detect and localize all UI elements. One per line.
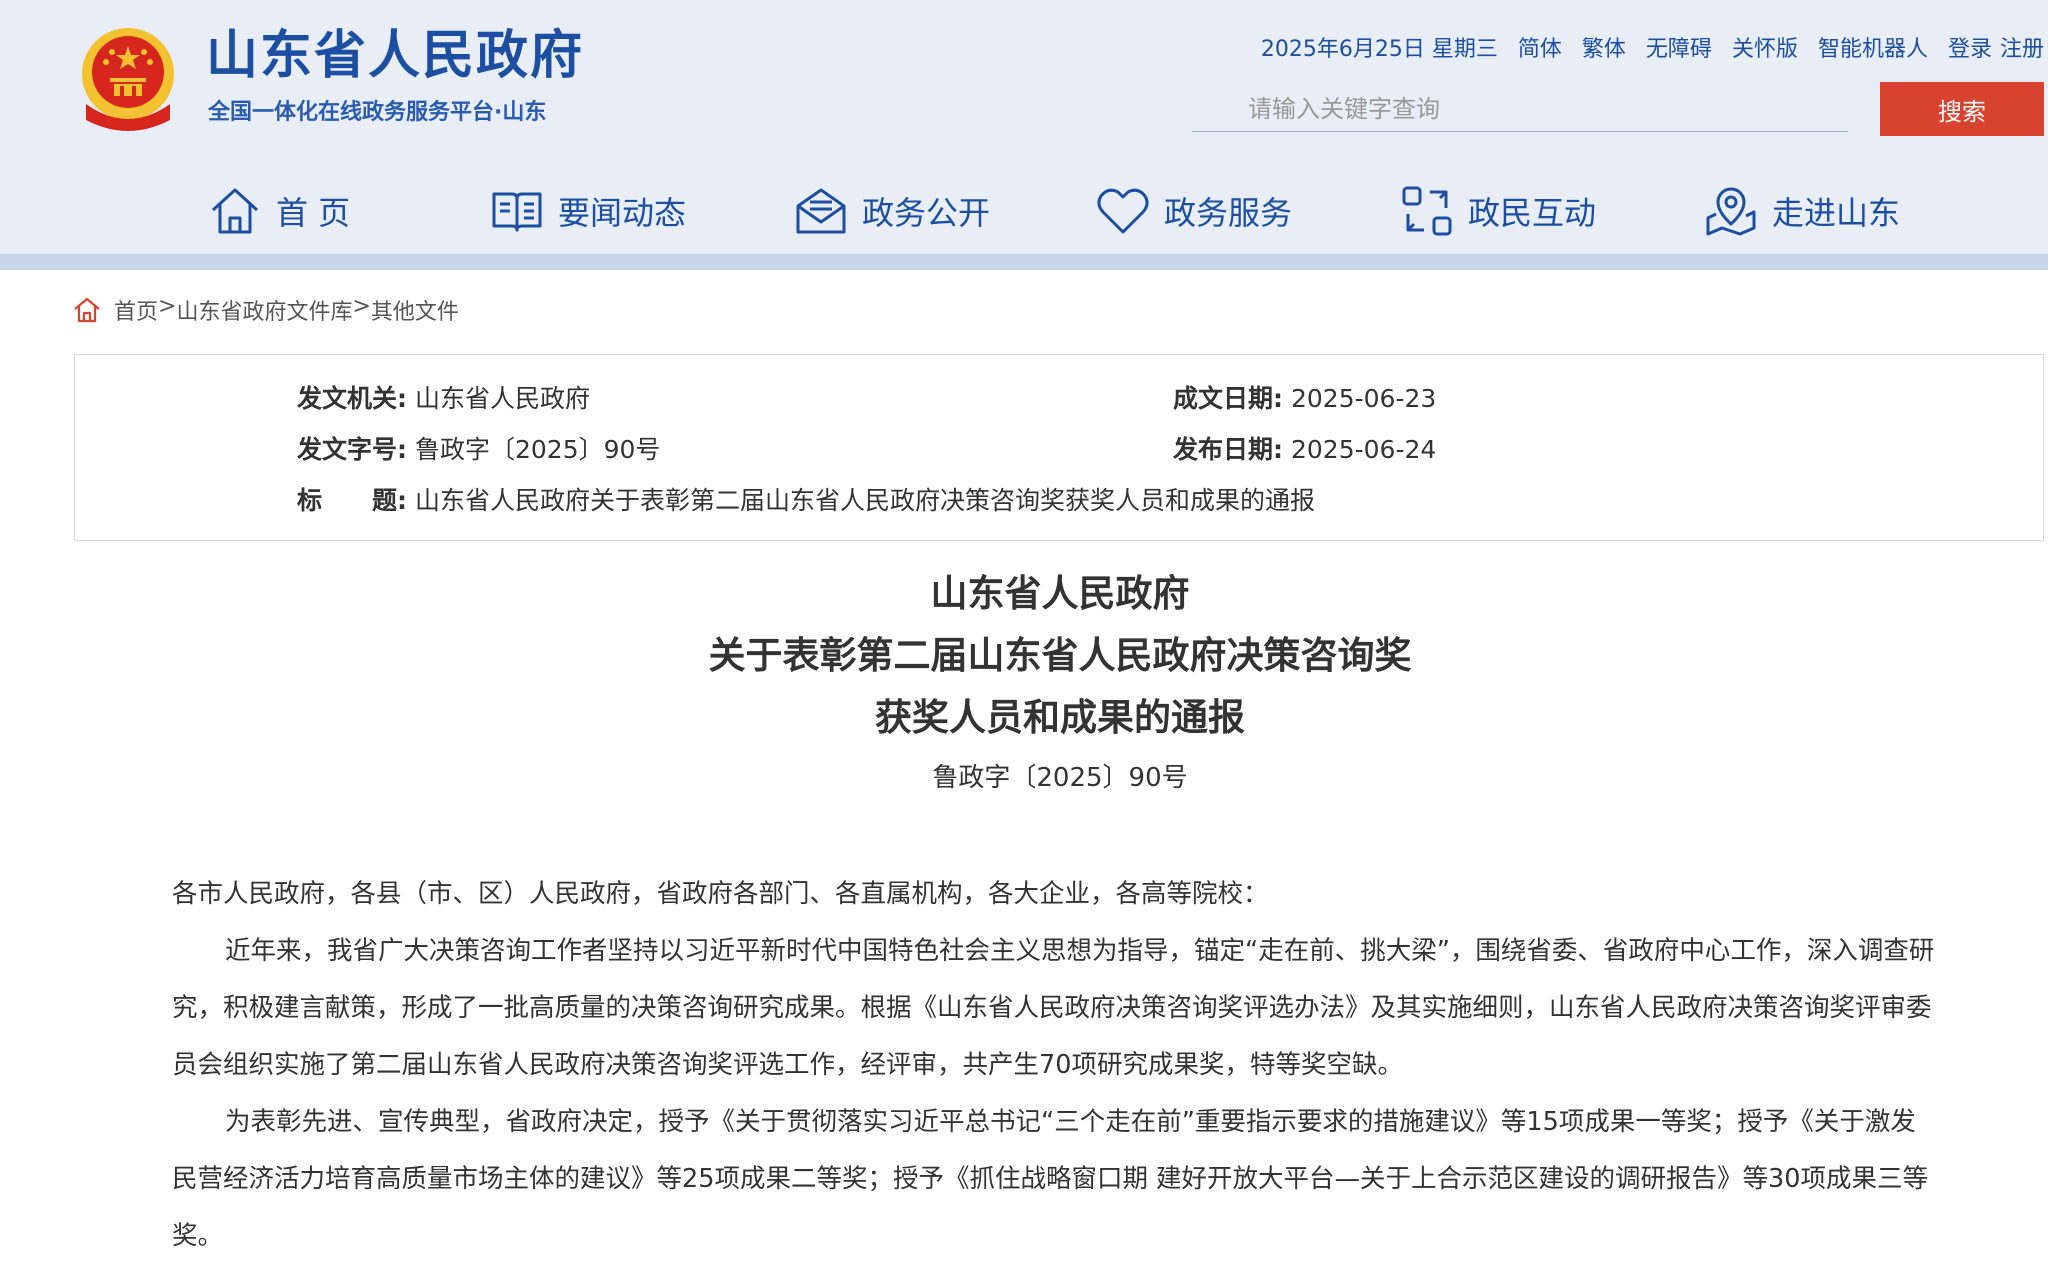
published-date-label: 发布日期:: [1173, 435, 1283, 464]
account-links: 登录 注册: [1948, 34, 2044, 66]
robot-link[interactable]: 智能机器人: [1818, 34, 1928, 66]
document-body: 各市人民政府，各县（市、区）人民政府，省政府各部门、各直属机构，各大企业，各高等…: [172, 866, 1936, 1265]
breadcrumb-separator: >: [352, 294, 371, 319]
search-input[interactable]: [1192, 86, 1848, 132]
created-date-label: 成文日期:: [1173, 384, 1283, 413]
nav-label: 要闻动态: [558, 194, 687, 232]
breadcrumb-other-files[interactable]: 其他文件: [371, 294, 459, 326]
heart-icon: [1097, 188, 1149, 234]
nav-news[interactable]: 要闻动态: [490, 176, 686, 246]
body-paragraph: 近年来，我省广大决策咨询工作者坚持以习近平新时代中国特色社会主义思想为指导，锚定…: [172, 936, 1935, 1080]
published-date-row: 发布日期: 2025-06-24: [1173, 432, 1436, 468]
location-icon: [1706, 187, 1756, 236]
title-value: 山东省人民政府关于表彰第二届山东省人民政府决策咨询奖获奖人员和成果的通报: [415, 486, 1316, 515]
register-link[interactable]: 注册: [2000, 34, 2044, 66]
accessibility-link[interactable]: 无障碍: [1646, 34, 1712, 66]
site-header: 山东省人民政府 全国一体化在线政务服务平台·山东 2025年6月25日 星期三 …: [0, 0, 2048, 270]
breadcrumb-separator: >: [158, 294, 177, 319]
login-link[interactable]: 登录: [1948, 34, 1992, 66]
search-button[interactable]: 搜索: [1880, 82, 2044, 136]
nav-label: 政民互动: [1468, 194, 1597, 232]
national-emblem-icon[interactable]: [76, 24, 180, 132]
breadcrumb: 首页 > 山东省政府文件库 > 其他文件: [72, 294, 459, 326]
salutation-paragraph: 各市人民政府，各县（市、区）人民政府，省政府各部门、各直属机构，各大企业，各高等…: [172, 879, 1269, 909]
created-date-row: 成文日期: 2025-06-23: [1173, 381, 1436, 417]
issuer-value: 山东省人民政府: [415, 384, 591, 413]
care-mode-link[interactable]: 关怀版: [1732, 34, 1798, 66]
published-date-value: 2025-06-24: [1291, 435, 1437, 464]
created-date-value: 2025-06-23: [1291, 384, 1437, 413]
site-title[interactable]: 山东省人民政府: [206, 24, 584, 88]
top-links: 2025年6月25日 星期三 简体 繁体 无障碍 关怀版 智能机器人 登录 注册: [1261, 34, 2044, 66]
nav-interaction[interactable]: 政民互动: [1400, 176, 1596, 246]
site-subtitle: 全国一体化在线政务服务平台·山东: [208, 100, 547, 125]
home-icon[interactable]: [72, 295, 102, 325]
document-title-line: 获奖人员和成果的通报: [875, 696, 1245, 739]
title-row: 标 题: 山东省人民政府关于表彰第二届山东省人民政府决策咨询奖获奖人员和成果的通…: [297, 483, 1315, 519]
nav-label: 政务公开: [862, 194, 991, 232]
document-number-row: 发文字号: 鲁政字〔2025〕90号: [297, 432, 660, 468]
nav-about-shandong[interactable]: 走进山东: [1704, 176, 1900, 246]
document-number-value: 鲁政字〔2025〕90号: [415, 435, 661, 464]
main-nav: 首 页 要闻动态 政务公开 政务服务 政民互动 走进山东: [0, 176, 2048, 246]
mail-icon: [796, 188, 846, 234]
document-number-label: 发文字号:: [297, 435, 407, 464]
document-title-line: 山东省人民政府: [930, 572, 1190, 615]
nav-open-government[interactable]: 政务公开: [794, 176, 990, 246]
interaction-icon: [1402, 186, 1452, 236]
traditional-link[interactable]: 繁体: [1582, 34, 1626, 66]
nav-label: 政务服务: [1164, 194, 1293, 232]
current-date: 2025年6月25日 星期三: [1260, 37, 1498, 62]
document-metadata: 发文机关: 山东省人民政府 成文日期: 2025-06-23 发文字号: 鲁政字…: [74, 354, 2044, 541]
nav-label: 走进山东: [1772, 194, 1901, 232]
nav-home[interactable]: 首 页: [208, 176, 350, 246]
document-title-line: 关于表彰第二届山东省人民政府决策咨询奖: [708, 634, 1412, 677]
breadcrumb-file-library[interactable]: 山东省政府文件库: [176, 294, 352, 326]
breadcrumb-home[interactable]: 首页: [114, 294, 158, 326]
title-label: 标 题:: [297, 486, 407, 515]
book-icon: [492, 192, 542, 232]
body-paragraph: 为表彰先进、宣传典型，省政府决定，授予《关于贯彻落实习近平总书记“三个走在前”重…: [172, 1107, 1929, 1251]
nav-label: 首 页: [276, 194, 351, 232]
issuer-label: 发文机关:: [297, 384, 407, 413]
nav-services[interactable]: 政务服务: [1096, 176, 1292, 246]
header-divider: [0, 254, 2048, 270]
document-number: 鲁政字〔2025〕90号: [932, 763, 1188, 793]
issuer-row: 发文机关: 山东省人民政府: [297, 381, 590, 417]
home-icon: [211, 188, 259, 234]
simplified-link[interactable]: 简体: [1518, 34, 1562, 66]
